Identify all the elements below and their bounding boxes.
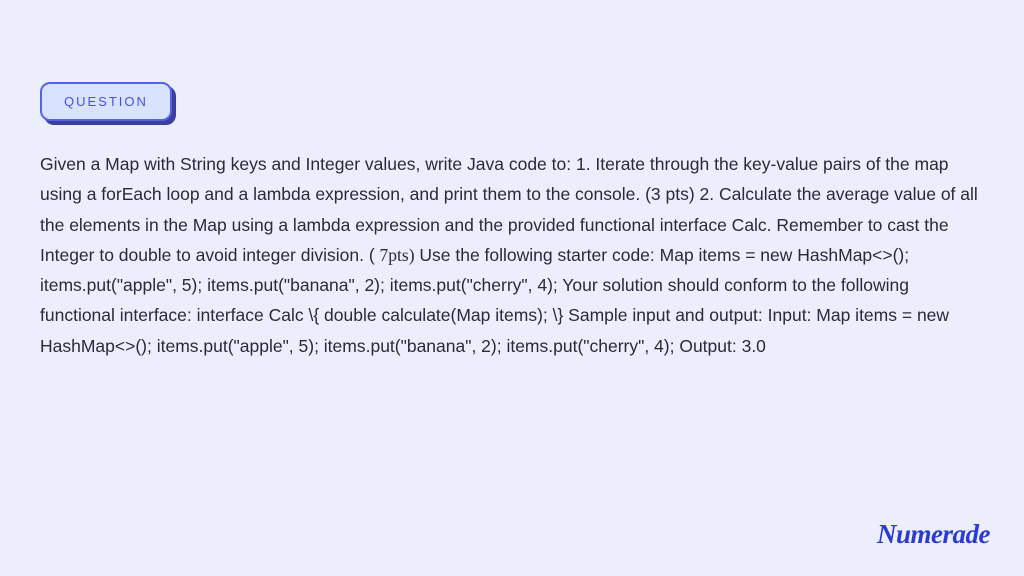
brand-logo: Numerade (877, 519, 990, 550)
question-text: Given a Map with String keys and Integer… (40, 149, 984, 361)
brand-name: Numerade (877, 519, 990, 549)
content-area: QUESTION Given a Map with String keys an… (0, 0, 1024, 361)
badge-label: QUESTION (64, 94, 148, 109)
question-serif: 7pts) (380, 245, 415, 265)
question-badge-wrapper: QUESTION (40, 82, 172, 121)
question-badge: QUESTION (40, 82, 172, 121)
